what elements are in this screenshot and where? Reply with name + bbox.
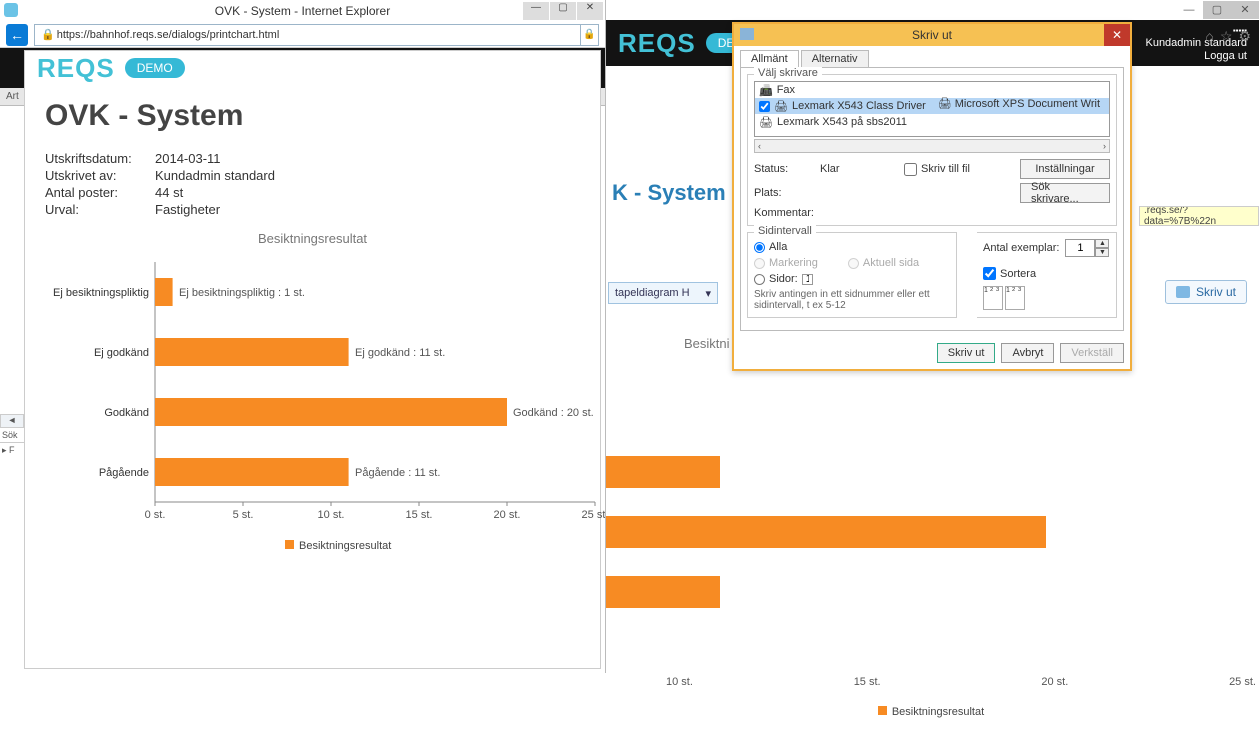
page-range-hint: Skriv antingen in ett sidnummer eller et… [754, 289, 950, 311]
svg-text:20 st.: 20 st. [494, 509, 521, 521]
chevron-up-icon[interactable]: ▲ [1095, 239, 1109, 248]
dialog-cancel-button[interactable]: Avbryt [1001, 343, 1054, 363]
bar-3 [155, 458, 349, 486]
status-value: Klar [820, 163, 898, 175]
svg-text:10 st.: 10 st. [318, 509, 345, 521]
browser-icons: ⌂ ☆ ⚙ [1205, 28, 1251, 45]
print-to-file-checkbox[interactable]: Skriv till fil [904, 163, 1014, 176]
max-button[interactable]: ▢ [1203, 1, 1231, 19]
dialog-apply-button: Verkställ [1060, 343, 1124, 363]
group-copies: Antal exemplar: ▲▼ Sortera 123 123 [977, 232, 1117, 318]
collate-icon: 123 123 [983, 286, 1110, 310]
svg-text:Godkänd : 20 st.: Godkänd : 20 st. [513, 407, 594, 419]
back-button[interactable]: ← [6, 24, 28, 46]
ie-titlebar: OVK - System - Internet Explorer — ▢ ✕ [0, 0, 605, 22]
print-meta: Utskriftsdatum:2014-03-11 Utskrivet av:K… [45, 151, 580, 217]
comment-label: Kommentar: [754, 207, 814, 219]
radio-selection: Markering [754, 257, 818, 269]
svg-text:Pågående : 11 st.: Pågående : 11 st. [355, 467, 440, 479]
printer-item-fax[interactable]: 📠Fax [755, 82, 1109, 98]
bg-chart-title: Besiktni [684, 336, 730, 351]
bar-1 [155, 338, 349, 366]
svg-text:Pågående: Pågående [99, 467, 149, 479]
copies-label: Antal exemplar: [983, 242, 1059, 254]
bar-0 [155, 278, 173, 306]
svg-text:5 st.: 5 st. [233, 509, 254, 521]
printer-default-checkbox[interactable] [759, 101, 770, 112]
print-dialog: Skriv ut ✕ Allmänt Alternativ Välj skriv… [732, 22, 1132, 371]
place-label: Plats: [754, 187, 814, 199]
group-select-printer: Välj skrivare 📠Fax 🖨Lexmark X543 Class D… [747, 74, 1117, 226]
min-button[interactable]: — [523, 2, 549, 20]
bg-chart-legend: Besiktningsresultat [606, 706, 1256, 718]
group-page-range: Sidintervall Alla Markering Aktuell sida… [747, 232, 957, 318]
printer-list-scrollbar[interactable]: ‹› [754, 139, 1110, 153]
demo-badge: DEMO [125, 58, 185, 78]
security-status-icon[interactable]: 🔒 [581, 24, 599, 46]
close-button[interactable]: ✕ [577, 2, 603, 20]
logout-link[interactable]: Logga ut [1145, 50, 1247, 63]
bar-2 [155, 398, 507, 426]
collate-checkbox[interactable]: Sortera [983, 267, 1110, 280]
close-icon[interactable]: ✕ [1104, 24, 1130, 46]
right-titlebar: — ▢ ✕ [606, 0, 1259, 20]
lock-icon: 🔒 [41, 28, 55, 41]
svg-text:15 st.: 15 st. [406, 509, 433, 521]
svg-text:25 st.: 25 st. [582, 509, 605, 521]
copies-input[interactable] [1065, 239, 1095, 257]
chevron-right-icon[interactable]: › [1103, 141, 1106, 151]
print-button[interactable]: Skriv ut [1165, 280, 1247, 304]
address-bar: ← 🔒 https://bahnhof.reqs.se/dialogs/prin… [0, 22, 605, 48]
max-button[interactable]: ▢ [550, 2, 576, 20]
svg-text:Ej godkänd: Ej godkänd [94, 347, 149, 359]
chevron-down-icon[interactable]: ▼ [1095, 248, 1109, 257]
printer-icon [740, 28, 754, 40]
chart-title: Besiktningsresultat [45, 231, 580, 246]
window-title: OVK - System - Internet Explorer [215, 4, 390, 18]
status-label: Status: [754, 163, 814, 175]
svg-text:Ej besiktningspliktig : 1 st.: Ej besiktningspliktig : 1 st. [179, 287, 305, 299]
gear-icon[interactable]: ⚙ [1238, 28, 1251, 45]
tab-general[interactable]: Allmänt [740, 50, 799, 67]
chevron-down-icon: ▾ [705, 287, 711, 300]
svg-text:Besiktningsresultat: Besiktningsresultat [299, 540, 391, 552]
home-icon[interactable]: ⌂ [1205, 28, 1213, 45]
dialog-print-button[interactable]: Skriv ut [937, 343, 996, 363]
chart-area: 0 st. 5 st. 10 st. 15 st. 20 st. 25 st. [45, 252, 580, 552]
settings-button[interactable]: Inställningar [1020, 159, 1110, 179]
find-printer-button[interactable]: Sök skrivare... [1020, 183, 1110, 203]
svg-text:Godkänd: Godkänd [104, 407, 149, 419]
pages-input[interactable] [802, 274, 813, 285]
chevron-left-icon[interactable]: ‹ [758, 141, 761, 151]
search-label: Sök [0, 428, 24, 442]
bg-chart-bars [606, 456, 1256, 636]
page-heading: OVK - System [45, 99, 580, 133]
bg-page-title: K - System [612, 180, 726, 206]
star-icon[interactable]: ☆ [1220, 28, 1233, 45]
printer-item-msxps[interactable]: 🖨 Microsoft XPS Document Writ [938, 97, 1100, 110]
printer-item-lexmark-sbs[interactable]: 🖨Lexmark X543 på sbs2011 [755, 114, 1109, 130]
svg-text:Ej besiktningspliktig: Ej besiktningspliktig [53, 287, 149, 299]
url-tooltip: .reqs.se/?data=%7B%22n [1139, 206, 1259, 226]
radio-pages[interactable]: Sidor: [754, 273, 950, 285]
dialog-titlebar: Skriv ut ✕ [734, 24, 1130, 46]
brand-logo: REQS [37, 53, 115, 84]
tab-alternative[interactable]: Alternativ [801, 50, 869, 67]
brand-logo: REQS [618, 28, 696, 59]
copies-stepper[interactable]: ▲▼ [1065, 239, 1109, 257]
min-button[interactable]: — [1175, 1, 1203, 19]
radio-current-page: Aktuell sida [848, 257, 919, 269]
svg-text:0 st.: 0 st. [145, 509, 166, 521]
radio-all[interactable]: Alla [754, 241, 787, 253]
printer-icon [1176, 286, 1190, 298]
ie-favicon [4, 3, 18, 17]
url-field[interactable]: 🔒 https://bahnhof.reqs.se/dialogs/printc… [34, 24, 581, 46]
svg-text:Ej godkänd : 11 st.: Ej godkänd : 11 st. [355, 347, 445, 359]
close-button[interactable]: ✕ [1231, 1, 1259, 19]
chart-type-dropdown[interactable]: tapeldiagram H▾ [608, 282, 718, 304]
bg-chart-axis: 10 st. 15 st. 20 st. 25 st. [666, 676, 1256, 688]
